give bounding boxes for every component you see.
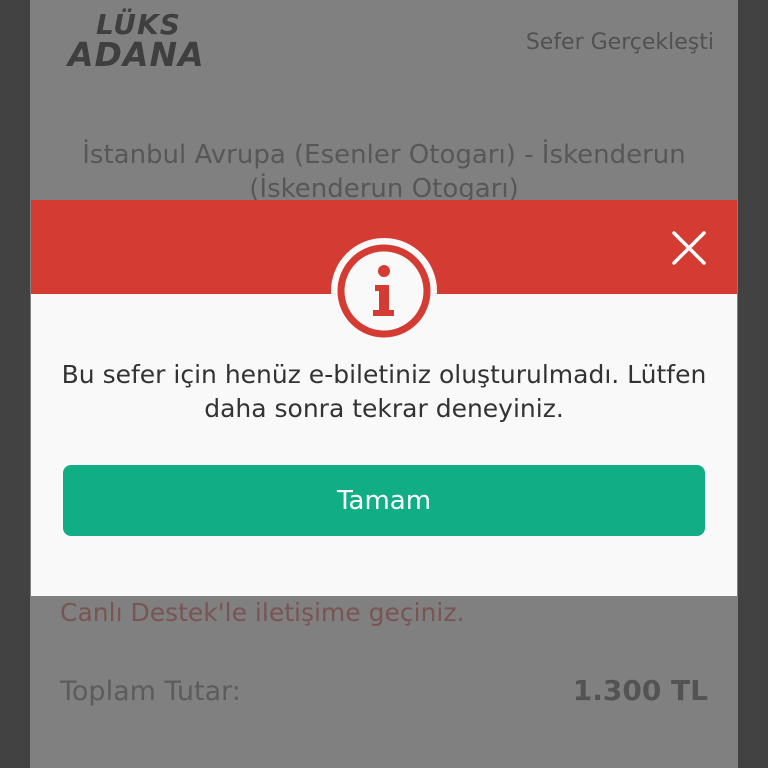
alert-dialog: Bu sefer için henüz e-biletiniz oluşturu… (31, 200, 737, 596)
dialog-message: Bu sefer için henüz e-biletiniz oluşturu… (61, 360, 707, 423)
ok-button[interactable]: Tamam (63, 465, 705, 536)
info-icon (337, 244, 431, 338)
info-badge (331, 238, 437, 344)
close-icon[interactable] (669, 228, 709, 268)
